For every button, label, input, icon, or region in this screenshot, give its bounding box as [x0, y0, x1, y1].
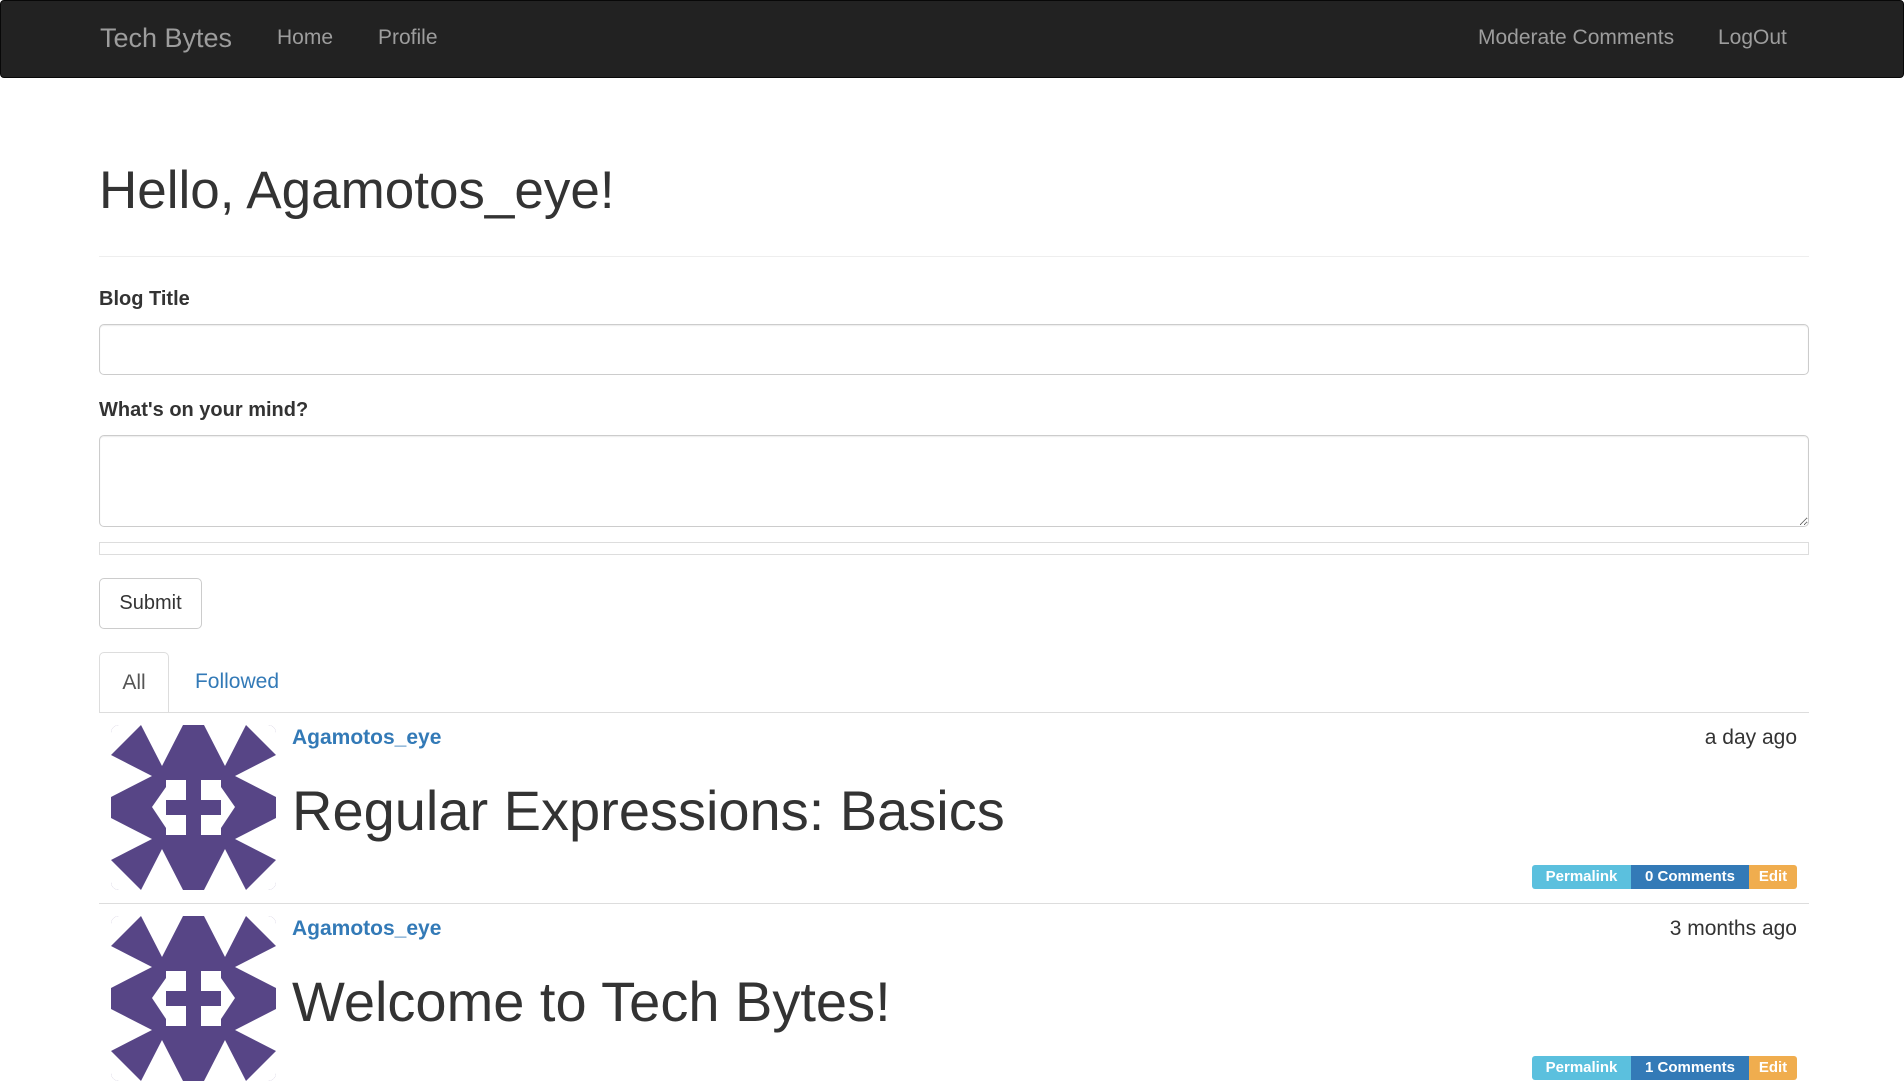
blog-title-label: Blog Title: [99, 288, 190, 310]
post-timestamp: 3 months ago: [1669, 917, 1797, 940]
nav-link-logout[interactable]: LogOut: [1718, 19, 1787, 57]
editor-preview-box: [99, 542, 1809, 555]
post-author-link[interactable]: Agamotos_eye: [292, 914, 441, 944]
post-actions: Permalink 0 Comments Edit: [1532, 865, 1797, 889]
post-author-link[interactable]: Agamotos_eye: [292, 723, 441, 753]
blog-title-input[interactable]: [99, 324, 1809, 375]
comments-button[interactable]: 1 Comments: [1631, 1056, 1749, 1080]
post-title[interactable]: Regular Expressions: Basics: [292, 775, 1005, 847]
permalink-button[interactable]: Permalink: [1532, 1056, 1631, 1080]
post-body-label: What's on your mind?: [99, 399, 309, 421]
tab-followed[interactable]: Followed: [184, 652, 290, 713]
identicon-avatar-icon[interactable]: [111, 916, 276, 1081]
post-actions: Permalink 1 Comments Edit: [1532, 1056, 1797, 1080]
edit-button[interactable]: Edit: [1749, 1056, 1797, 1080]
identicon-avatar-icon[interactable]: [111, 725, 276, 890]
navbar: Tech Bytes Home Profile Moderate Comment…: [0, 0, 1904, 78]
comments-button[interactable]: 0 Comments: [1631, 865, 1749, 889]
submit-button[interactable]: Submit: [99, 578, 202, 629]
page-title: Hello, Agamotos_eye!: [99, 161, 615, 220]
post-body-textarea[interactable]: [99, 435, 1809, 527]
post-title[interactable]: Welcome to Tech Bytes!: [292, 966, 891, 1038]
navbar-brand[interactable]: Tech Bytes: [100, 19, 232, 57]
header-divider: [99, 256, 1809, 257]
tab-all[interactable]: All: [99, 652, 169, 713]
post-timestamp: a day ago: [1704, 726, 1797, 749]
permalink-button[interactable]: Permalink: [1532, 865, 1631, 889]
nav-link-profile[interactable]: Profile: [378, 19, 438, 57]
edit-button[interactable]: Edit: [1749, 865, 1797, 889]
post-item: Agamotos_eye a day ago Regular Expressio…: [99, 713, 1809, 902]
post-item: Agamotos_eye 3 months ago Welcome to Tec…: [99, 903, 1809, 1092]
nav-link-home[interactable]: Home: [277, 19, 333, 57]
nav-link-moderate-comments[interactable]: Moderate Comments: [1478, 19, 1674, 57]
